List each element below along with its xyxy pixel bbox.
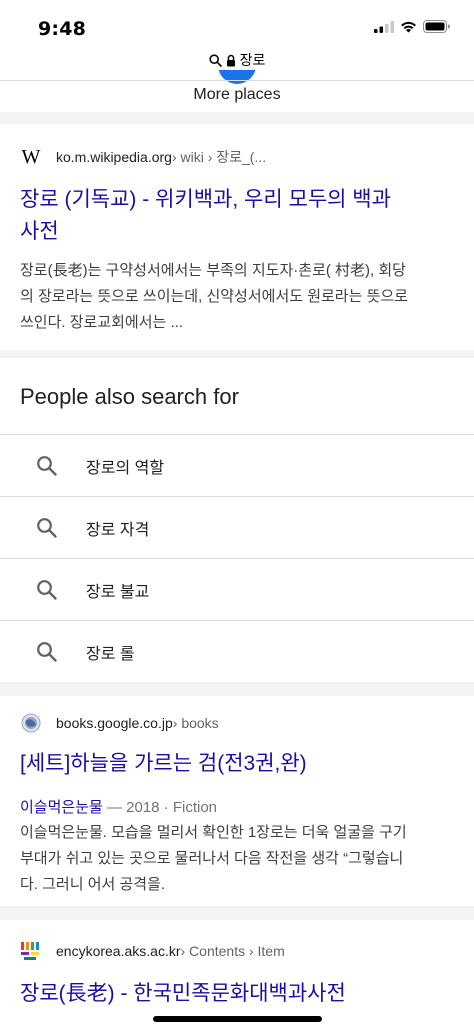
- wikipedia-icon: W: [21, 145, 41, 168]
- more-places-button[interactable]: More places: [0, 86, 474, 112]
- search-icon: [37, 518, 57, 538]
- result-path: › wiki › 장로_(...: [171, 149, 267, 165]
- result-site: ko.m.wikipedia.org: [56, 149, 172, 165]
- home-indicator[interactable]: [153, 1016, 322, 1022]
- publication-info: — 2018 · Fiction: [102, 799, 218, 816]
- result-site-row[interactable]: W ko.m.wikipedia.org › wiki › 장로_(...: [20, 145, 267, 168]
- result-site: encykorea.aks.ac.kr: [56, 943, 181, 959]
- related-search-item[interactable]: 장로 롤: [0, 620, 474, 682]
- search-icon: [37, 456, 57, 476]
- wifi-icon: [401, 21, 416, 32]
- map-pin-arc: [218, 70, 256, 84]
- snippet-line: 의 장로라는 뜻으로 쓰이는데, 신약성서에서도 원로라는 뜻으로: [20, 288, 408, 305]
- related-search-item[interactable]: 장로 자격: [0, 496, 474, 558]
- result-snippet: 장로(長老)는 구약성서에서는 부족의 지도자·촌로( 村老), 회당 의 장로…: [20, 258, 460, 336]
- result-site: books.google.co.jp: [56, 715, 173, 731]
- result-path: › books: [172, 715, 219, 731]
- search-icon: [37, 642, 57, 662]
- search-icon: [37, 580, 57, 600]
- address-domain: 장로: [239, 52, 266, 68]
- snippet-line: 쓰인다. 장로교회에서는 ...: [20, 314, 184, 331]
- related-search-label: 장로 롤: [86, 646, 135, 663]
- section-separator: [0, 112, 474, 124]
- people-also-search-section: People also search for 장로의 역할 장로 자격 장로 불…: [0, 358, 474, 682]
- snippet-line: 장로(長老)는 구약성서에서는 부족의 지도자·촌로( 村老), 회당: [20, 262, 406, 279]
- result-title-link[interactable]: [세트]하늘을 가르는 검(전3권,완): [20, 748, 460, 780]
- snippet-line: 이슬먹은눈물. 모습을 멀리서 확인한 1장로는 더욱 얼굴을 구기: [20, 824, 407, 841]
- result-title-line: 사전: [20, 220, 59, 243]
- related-search-item[interactable]: 장로의 역할: [0, 434, 474, 496]
- section-separator: [0, 682, 474, 696]
- result-card-google-books: books.google.co.jp › books [세트]하늘을 가르는 검…: [0, 696, 474, 906]
- result-snippet: 이슬먹은눈물. 모습을 멀리서 확인한 1장로는 더욱 얼굴을 구기 부대가 쉬…: [20, 820, 460, 898]
- result-card-encykorea: encykorea.aks.ac.kr › Contents › Item 장로…: [0, 920, 474, 1026]
- snippet-line: 다. 그러니 어서 공격을.: [20, 876, 166, 893]
- result-title-line: 장로 (기독교) - 위키백과, 우리 모두의 백과: [20, 188, 391, 211]
- status-bar: 9:48: [0, 0, 474, 44]
- result-title-link[interactable]: 장로 (기독교) - 위키백과, 우리 모두의 백과 사전: [20, 184, 460, 248]
- section-separator: [0, 350, 474, 358]
- result-site-row[interactable]: encykorea.aks.ac.kr › Contents › Item: [20, 940, 285, 962]
- status-time: 9:48: [38, 18, 87, 40]
- encykorea-logo-icon: [20, 940, 42, 962]
- section-separator: [0, 906, 474, 920]
- related-search-label: 장로의 역할: [86, 460, 165, 477]
- related-search-label: 장로 불교: [86, 584, 150, 601]
- result-card-wikipedia: W ko.m.wikipedia.org › wiki › 장로_(... 장로…: [0, 124, 474, 350]
- section-title: People also search for: [20, 384, 239, 409]
- snippet-line: 부대가 쉬고 있는 곳으로 물러나서 다음 작전을 생각 “그렇습니: [20, 850, 404, 867]
- battery-icon: [423, 20, 450, 33]
- related-search-label: 장로 자격: [86, 522, 150, 539]
- globe-icon: [20, 712, 42, 734]
- search-icon: [209, 53, 222, 67]
- address-bar[interactable]: 장로: [0, 48, 474, 72]
- status-icons: [374, 20, 450, 33]
- result-site-row[interactable]: books.google.co.jp › books: [20, 712, 219, 734]
- result-meta: 이슬먹은눈물 — 2018 · Fiction: [20, 796, 217, 817]
- author-link[interactable]: 이슬먹은눈물: [20, 799, 103, 816]
- lock-icon: [226, 54, 235, 66]
- signal-icon: [374, 20, 394, 33]
- result-title-link[interactable]: 장로(長老) - 한국민족문화대백과사전: [20, 978, 460, 1010]
- result-path: › Contents › Item: [180, 943, 285, 959]
- related-search-item[interactable]: 장로 불교: [0, 558, 474, 620]
- divider: [0, 80, 474, 81]
